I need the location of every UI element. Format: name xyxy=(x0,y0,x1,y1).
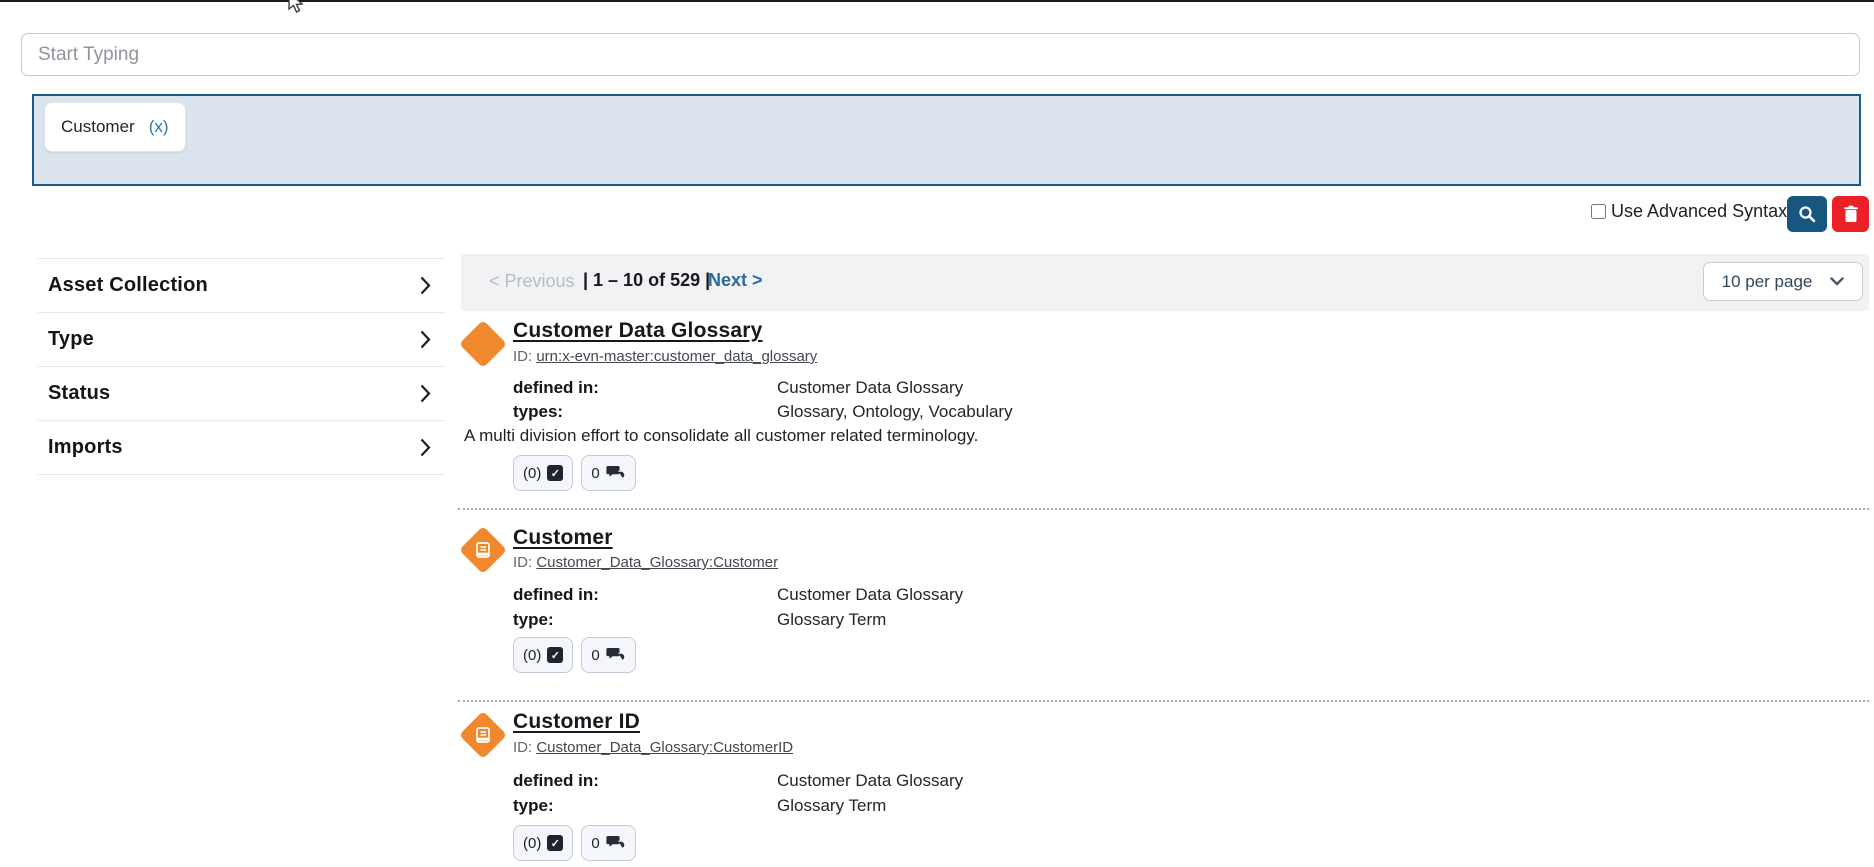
result-field-row: type: Glossary Term xyxy=(513,610,886,630)
result-description: A multi division effort to consolidate a… xyxy=(464,426,978,446)
per-page-value: 10 per page xyxy=(1722,272,1813,292)
result-id-link[interactable]: Customer_Data_Glossary:Customer xyxy=(536,554,778,571)
result-field-row: types: Glossary, Ontology, Vocabulary xyxy=(513,402,1013,422)
checks-count: (0) xyxy=(523,647,541,664)
result-badges: (0) ✓ 0 xyxy=(513,825,636,861)
comments-count: 0 xyxy=(591,647,599,664)
comments-icon xyxy=(606,835,626,851)
sidebar-item-label: Asset Collection xyxy=(48,274,208,297)
chip-remove-button[interactable]: (x) xyxy=(149,117,169,137)
field-label: defined in: xyxy=(513,585,777,605)
comments-count: 0 xyxy=(591,465,599,482)
chip-label: Customer xyxy=(61,117,135,137)
sidebar-item-label: Imports xyxy=(48,436,123,459)
result-badges: (0) ✓ 0 xyxy=(513,637,636,673)
result-field-row: type: Glossary Term xyxy=(513,796,886,816)
comments-count: 0 xyxy=(591,835,599,852)
field-value: Customer Data Glossary xyxy=(777,771,963,791)
sidebar-item-type[interactable]: Type xyxy=(38,313,445,367)
checks-badge[interactable]: (0) ✓ xyxy=(513,637,573,673)
sidebar-item-label: Status xyxy=(48,382,110,405)
glossary-term-icon xyxy=(460,527,506,573)
checks-badge[interactable]: (0) ✓ xyxy=(513,455,573,491)
result-id-line: ID: Customer_Data_Glossary:CustomerID xyxy=(513,739,793,756)
field-label: type: xyxy=(513,610,777,630)
field-label: type: xyxy=(513,796,777,816)
result-title-link[interactable]: Customer ID xyxy=(513,710,640,734)
advanced-syntax-checkbox[interactable] xyxy=(1591,204,1606,219)
glossary-icon xyxy=(460,321,506,367)
result-item: Customer ID ID: Customer_Data_Glossary:C… xyxy=(455,703,1869,867)
checks-count: (0) xyxy=(523,835,541,852)
facet-sidebar: Asset Collection Type Status Imports xyxy=(38,258,445,475)
sidebar-item-imports[interactable]: Imports xyxy=(38,421,445,475)
comments-icon xyxy=(606,647,626,663)
chevron-right-icon xyxy=(420,330,431,349)
result-field-row: defined in: Customer Data Glossary xyxy=(513,771,963,791)
search-results-page: Customer (x) Use Advanced Syntax Asset C… xyxy=(0,0,1874,867)
chevron-right-icon xyxy=(420,384,431,403)
comments-badge[interactable]: 0 xyxy=(581,455,635,491)
comments-badge[interactable]: 0 xyxy=(581,825,635,861)
checkbox-icon: ✓ xyxy=(547,647,563,663)
chevron-right-icon xyxy=(420,438,431,457)
chevron-down-icon xyxy=(1830,277,1844,286)
id-label: ID: xyxy=(513,348,532,365)
checks-badge[interactable]: (0) ✓ xyxy=(513,825,573,861)
checkbox-icon: ✓ xyxy=(547,835,563,851)
result-id-link[interactable]: Customer_Data_Glossary:CustomerID xyxy=(536,739,793,756)
field-value: Glossary, Ontology, Vocabulary xyxy=(777,402,1013,422)
result-field-row: defined in: Customer Data Glossary xyxy=(513,585,963,605)
result-id-link[interactable]: urn:x-evn-master:customer_data_glossary xyxy=(536,348,817,365)
field-value: Glossary Term xyxy=(777,610,886,630)
field-label: defined in: xyxy=(513,378,777,398)
sidebar-item-status[interactable]: Status xyxy=(38,367,445,421)
id-label: ID: xyxy=(513,554,532,571)
result-id-line: ID: urn:x-evn-master:customer_data_gloss… xyxy=(513,348,817,365)
result-divider xyxy=(458,700,1869,702)
result-item: Customer ID: Customer_Data_Glossary:Cust… xyxy=(455,520,1869,700)
pagination-range: | 1 – 10 of 529 | xyxy=(583,270,710,291)
filter-chip-panel: Customer (x) xyxy=(32,94,1861,186)
filter-chip-customer[interactable]: Customer (x) xyxy=(44,102,186,152)
trash-icon xyxy=(1843,205,1859,223)
comments-badge[interactable]: 0 xyxy=(581,637,635,673)
result-item: Customer Data Glossary ID: urn:x-evn-mas… xyxy=(455,315,1869,508)
field-value: Glossary Term xyxy=(777,796,886,816)
sidebar-item-label: Type xyxy=(48,328,94,351)
field-label: defined in: xyxy=(513,771,777,791)
glossary-term-icon xyxy=(460,712,506,758)
book-glyph xyxy=(473,540,493,560)
field-value: Customer Data Glossary xyxy=(777,378,963,398)
pagination-previous[interactable]: < Previous xyxy=(489,271,575,292)
checkbox-icon: ✓ xyxy=(547,465,563,481)
search-input[interactable] xyxy=(21,33,1860,76)
result-badges: (0) ✓ 0 xyxy=(513,455,636,491)
comments-icon xyxy=(606,465,626,481)
top-border xyxy=(0,0,1874,2)
chevron-right-icon xyxy=(420,276,431,295)
mouse-cursor xyxy=(283,0,305,14)
result-title-link[interactable]: Customer Data Glossary xyxy=(513,319,763,343)
field-label: types: xyxy=(513,402,777,422)
result-field-row: defined in: Customer Data Glossary xyxy=(513,378,963,398)
search-icon xyxy=(1798,205,1816,223)
field-value: Customer Data Glossary xyxy=(777,585,963,605)
result-id-line: ID: Customer_Data_Glossary:Customer xyxy=(513,554,778,571)
advanced-syntax-label: Use Advanced Syntax xyxy=(1611,201,1787,222)
result-divider xyxy=(458,508,1869,510)
sidebar-item-asset-collection[interactable]: Asset Collection xyxy=(38,259,445,313)
result-title-link[interactable]: Customer xyxy=(513,526,613,550)
book-glyph xyxy=(473,725,493,745)
per-page-select[interactable]: 10 per page xyxy=(1703,262,1863,301)
search-button[interactable] xyxy=(1787,196,1827,232)
clear-search-button[interactable] xyxy=(1832,196,1869,232)
pagination-next[interactable]: Next > xyxy=(708,270,763,291)
checks-count: (0) xyxy=(523,465,541,482)
id-label: ID: xyxy=(513,739,532,756)
